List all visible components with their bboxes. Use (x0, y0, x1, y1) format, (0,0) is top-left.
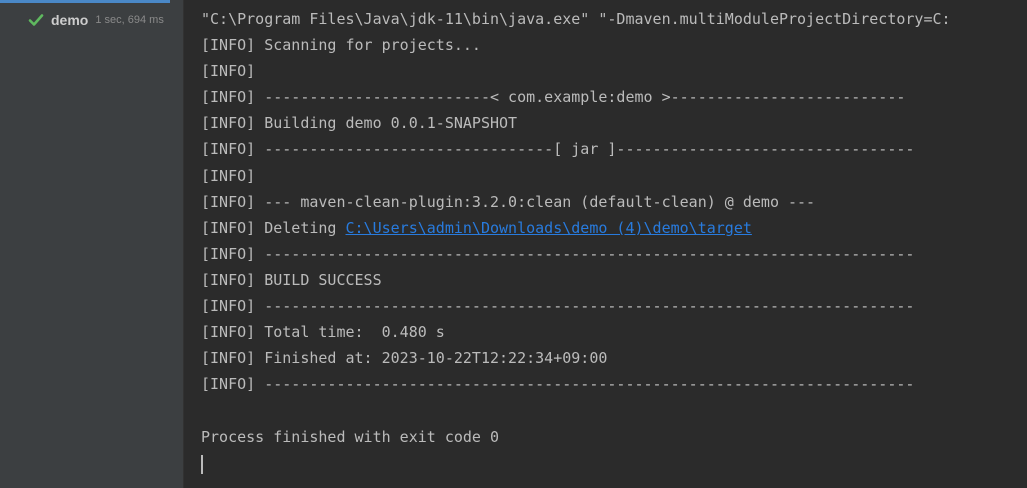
console-line-deleting: [INFO] Deleting C:\Users\admin\Downloads… (201, 215, 1027, 241)
console-line: [INFO] BUILD SUCCESS (201, 270, 382, 289)
console-line: [INFO] Building demo 0.0.1-SNAPSHOT (201, 114, 518, 133)
console-line: [INFO] --- maven-clean-plugin:3.2.0:clea… (201, 192, 816, 211)
console-line: [INFO] Finished at: 2023-10-22T12:22:34+… (201, 349, 608, 368)
check-icon (28, 12, 44, 28)
console-output[interactable]: "C:\Program Files\Java\jdk-11\bin\java.e… (184, 0, 1027, 488)
selected-tab-indicator (0, 0, 170, 3)
run-tree-item-duration: 1 sec, 694 ms (95, 14, 164, 26)
console-line: [INFO] Total time: 0.480 s (201, 323, 445, 342)
console-command-line: "C:\Program Files\Java\jdk-11\bin\java.e… (201, 10, 951, 28)
deleting-prefix: [INFO] Deleting (201, 218, 346, 237)
console-line: [INFO] Scanning for projects... (201, 36, 481, 55)
console-line: [INFO] --------------------------------[… (201, 140, 915, 159)
run-tree-item-label: demo (51, 12, 89, 28)
console-line: [INFO] ---------------------------------… (201, 244, 915, 263)
text-caret (201, 455, 203, 474)
run-window: demo 1 sec, 694 ms "C:\Program Files\Jav… (0, 0, 1027, 488)
console-exit-message: Process finished with exit code 0 (201, 427, 500, 446)
deleting-path-link[interactable]: C:\Users\admin\Downloads\demo (4)\demo\t… (346, 219, 752, 237)
run-tree-item-demo[interactable]: demo 1 sec, 694 ms (28, 9, 164, 31)
console-line: [INFO] -------------------------< com.ex… (201, 88, 906, 107)
console-line: [INFO] (201, 166, 256, 185)
console-line: [INFO] ---------------------------------… (201, 297, 915, 316)
console-line: [INFO] ---------------------------------… (201, 375, 915, 394)
console-lines: "C:\Program Files\Java\jdk-11\bin\java.e… (201, 6, 1027, 450)
console-line: [INFO] (201, 62, 256, 81)
run-tree-panel: demo 1 sec, 694 ms (0, 0, 184, 488)
